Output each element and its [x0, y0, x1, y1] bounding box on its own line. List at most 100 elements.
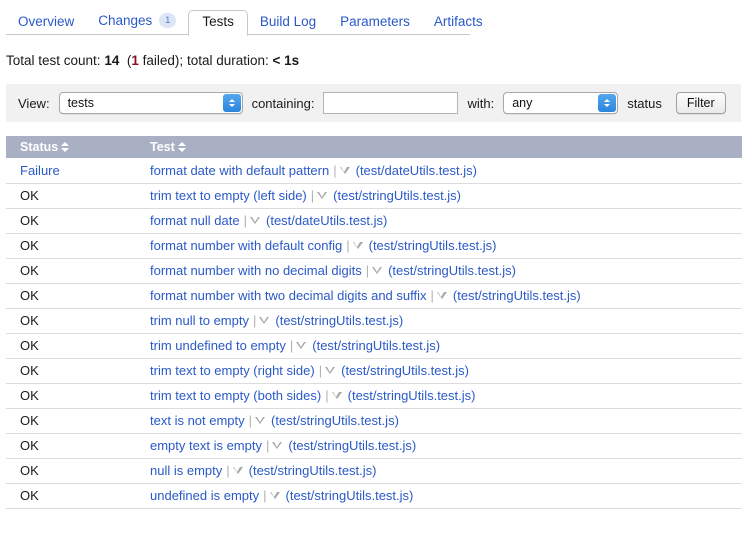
test-file-link[interactable]: (test/stringUtils.test.js) [275, 313, 403, 328]
chevron-down-icon[interactable] [272, 442, 283, 450]
sort-arrows-icon [61, 141, 70, 152]
filter-bar: View: tests containing: with: any status… [6, 84, 741, 122]
test-file-link[interactable]: (test/stringUtils.test.js) [312, 338, 440, 353]
filter-button[interactable]: Filter [675, 92, 726, 114]
test-file-link[interactable]: (test/stringUtils.test.js) [249, 463, 377, 478]
test-name-link[interactable]: format null date [150, 213, 240, 228]
separator: | [310, 188, 315, 203]
chevron-down-icon[interactable] [255, 417, 266, 425]
cell-test: text is not empty | (test/stringUtils.test… [136, 408, 742, 434]
test-file-link[interactable]: (test/stringUtils.test.js) [348, 388, 476, 403]
status-select[interactable]: any [503, 92, 619, 114]
test-file-link[interactable]: (test/stringUtils.test.js) [271, 413, 399, 428]
table-row: OK trim undefined to empty | (test/stringUt… [6, 333, 742, 359]
chevron-down-icon[interactable] [436, 292, 447, 300]
test-name-link[interactable]: format number with default config [150, 238, 342, 253]
summary-failed-word: failed); [138, 53, 184, 68]
chevron-down-icon[interactable] [232, 467, 243, 475]
test-file-link[interactable]: (test/stringUtils.test.js) [341, 363, 469, 378]
test-summary: Total test count: 14 (1 failed); total d… [6, 53, 747, 68]
status-failure-link[interactable]: Failure [20, 163, 60, 178]
test-name-link[interactable]: trim null to empty [150, 313, 249, 328]
column-header-test[interactable]: Test [136, 136, 742, 158]
cell-status: Failure [6, 158, 136, 184]
tests-table: Status Test Failure format date with defa… [6, 136, 742, 509]
separator: | [318, 363, 323, 378]
test-file-link[interactable]: (test/stringUtils.test.js) [453, 288, 581, 303]
test-file-link[interactable]: (test/stringUtils.test.js) [333, 188, 461, 203]
tab-label: Artifacts [433, 13, 483, 29]
separator: | [333, 162, 337, 178]
test-name-link[interactable]: trim undefined to empty [150, 338, 286, 353]
test-file-link[interactable]: (test/stringUtils.test.js) [369, 238, 497, 253]
test-name-link[interactable]: trim text to empty (left side) [150, 188, 307, 203]
cell-status: OK [6, 183, 136, 209]
test-file-link[interactable]: (test/stringUtils.test.js) [388, 263, 516, 278]
cell-status: OK [6, 433, 136, 459]
table-row: OK trim text to empty (right side) | (test/… [6, 358, 742, 384]
tab-parameters[interactable]: Parameters [328, 10, 422, 36]
cell-status: OK [6, 383, 136, 409]
separator: | [243, 213, 247, 228]
view-select[interactable]: tests [58, 92, 243, 114]
chevron-down-icon[interactable] [259, 317, 270, 325]
view-label: View: [18, 95, 50, 111]
test-file-link[interactable]: (test/stringUtils.test.js) [288, 438, 416, 453]
table-row: OK format number with default config | (tes… [6, 233, 742, 259]
chevron-down-icon[interactable] [325, 367, 336, 375]
status-ok-text: OK [20, 413, 39, 428]
chevron-down-icon[interactable] [250, 217, 260, 225]
test-file-link[interactable]: (test/dateUtils.test.js) [356, 163, 477, 178]
chevron-down-icon[interactable] [331, 392, 342, 400]
test-name-link[interactable]: empty text is empty [150, 438, 262, 453]
chevron-down-icon[interactable] [317, 192, 328, 200]
status-ok-text: OK [20, 363, 39, 378]
separator: | [248, 413, 253, 428]
table-row: OK text is not empty | (test/stringUtils.te… [6, 408, 742, 434]
chevron-down-icon[interactable] [372, 267, 383, 275]
cell-test: undefined is empty | (test/stringUtils.tes… [136, 483, 742, 509]
chevron-down-icon[interactable] [269, 492, 280, 500]
cell-test: trim text to empty (both sides) | (test/st… [136, 383, 742, 409]
summary-duration-label: total duration: [186, 53, 269, 68]
cell-test: format date with default pattern | (test/d… [136, 158, 742, 184]
test-name-link[interactable]: trim text to empty (both sides) [150, 388, 321, 403]
tab-build-log[interactable]: Build Log [248, 10, 328, 36]
test-file-link[interactable]: (test/dateUtils.test.js) [266, 213, 387, 228]
test-name-link[interactable]: trim text to empty (right side) [150, 363, 315, 378]
tab-artifacts[interactable]: Artifacts [422, 10, 495, 36]
tests-table-body: Failure format date with default pattern |… [6, 158, 742, 509]
containing-input[interactable] [323, 92, 459, 114]
table-row: OK format null date | (test/dateUtils.test.… [6, 208, 742, 234]
tab-overview[interactable]: Overview [6, 10, 86, 36]
status-ok-text: OK [20, 388, 39, 403]
cell-test: trim null to empty | (test/stringUtils.tes… [136, 308, 742, 334]
chevron-down-icon[interactable] [339, 166, 350, 174]
cell-status: OK [6, 458, 136, 484]
cell-status: OK [6, 233, 136, 259]
test-name-link[interactable]: format number with no decimal digits [150, 263, 362, 278]
separator: | [252, 313, 257, 328]
tab-tests[interactable]: Tests [188, 9, 248, 36]
cell-status: OK [6, 358, 136, 384]
containing-label: containing: [251, 95, 315, 111]
test-file-link[interactable]: (test/stringUtils.test.js) [286, 488, 414, 503]
column-header-status[interactable]: Status [6, 136, 136, 158]
chevron-updown-icon [598, 94, 617, 112]
cell-test: format number with default config | (test/… [136, 233, 742, 259]
status-ok-text: OK [20, 463, 39, 478]
test-name-link[interactable]: format number with two decimal digits an… [150, 288, 427, 303]
test-name-link[interactable]: null is empty [150, 463, 222, 478]
chevron-down-icon[interactable] [296, 342, 307, 350]
cell-test: format number with no decimal digits | (te… [136, 258, 742, 284]
separator: | [263, 488, 267, 503]
test-name-link[interactable]: undefined is empty [150, 488, 259, 503]
cell-test: trim undefined to empty | (test/stringUtil… [136, 333, 742, 359]
test-name-link[interactable]: text is not empty [150, 413, 245, 428]
chevron-down-icon[interactable] [352, 242, 363, 250]
tab-bar: Overview Changes 1 Tests Build Log Parameters… [0, 0, 747, 36]
with-label: with: [467, 95, 495, 111]
tab-changes[interactable]: Changes 1 [86, 8, 188, 35]
table-row: OK trim null to empty | (test/stringUtils.t… [6, 308, 742, 334]
test-name-link[interactable]: format date with default pattern [150, 163, 329, 178]
